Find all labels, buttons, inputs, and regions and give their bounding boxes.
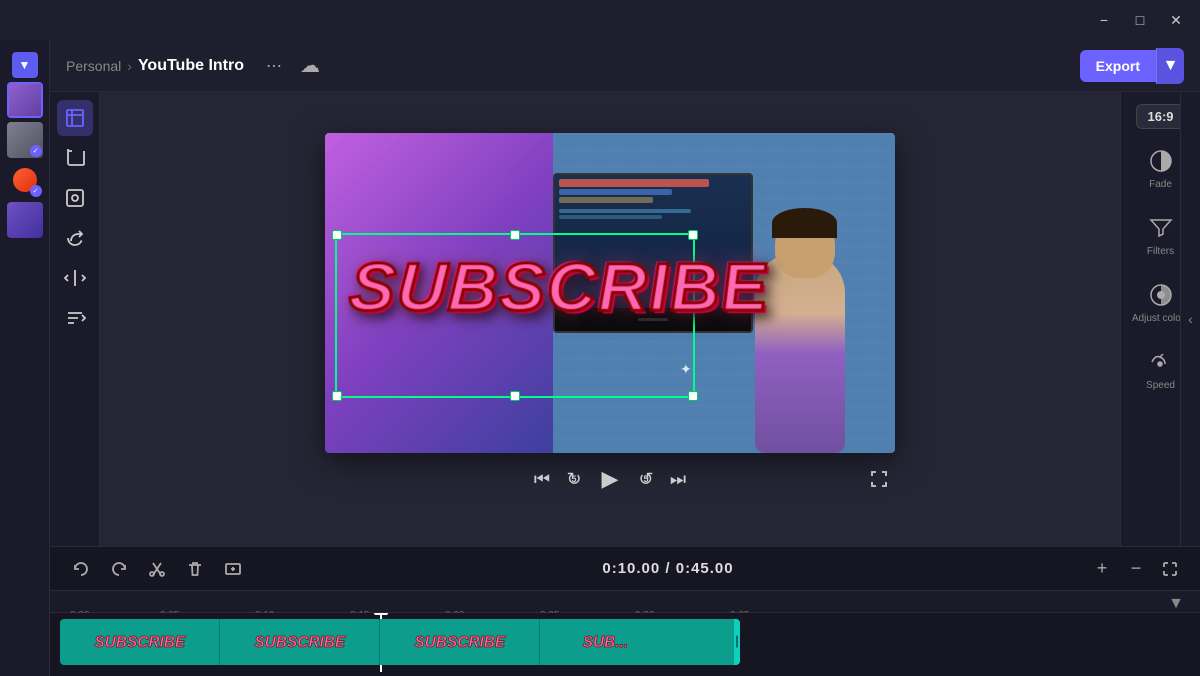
breadcrumb-separator: › [127,58,132,74]
content-area: Personal › YouTube Intro ⋯ ☁ Export ▼ [50,40,1200,676]
timeline-toolbar: 0:10.00 / 0:45.00 + − [50,547,1200,591]
zoom-in-button[interactable]: + [1088,555,1116,583]
subscribe-element[interactable]: SUBSCRIBE [350,253,769,321]
segment-thumb-1: SUBSCRIBE [80,623,200,661]
breadcrumb-parent[interactable]: Personal [66,58,121,74]
play-button[interactable]: ▶ [590,459,630,499]
monitor-bar-2 [559,189,672,195]
segment-text-3: SUBSCRIBE [414,633,505,651]
timeline-body: 0:00 0:05 0:10 0:15 0:20 0:25 0:30 0:35 … [50,591,1200,676]
center-handle[interactable]: ✦ [680,361,692,378]
segment-text-2: SUBSCRIBE [254,633,345,651]
monitor-bar-1 [559,179,709,187]
fade-icon [1147,147,1175,175]
timeline-ruler: 0:00 0:05 0:10 0:15 0:20 0:25 0:30 0:35 [50,591,1200,613]
speed-icon [1146,348,1174,376]
timeline-track[interactable]: SUBSCRIBE SUBSCRIBE SUBSCRIBE [50,613,1200,676]
fullscreen-button[interactable] [863,463,895,495]
track-segment-4[interactable]: SUB... ┃ [540,619,670,665]
video-canvas[interactable]: SUBSCRIBE ✦ [325,133,895,453]
segment-text-4: SUB... [582,633,627,651]
canvas-wrapper: SUBSCRIBE ✦ ⏮ ↻ 5 ▶ ↺ [100,92,1120,546]
minimize-button[interactable]: − [1090,6,1118,34]
playback-bar: ⏮ ↻ 5 ▶ ↺ 5 ⏭ [325,453,895,505]
track-segment-1[interactable]: SUBSCRIBE [60,619,220,665]
fit-timeline-button[interactable] [1156,555,1184,583]
tool-crop-button[interactable] [57,140,93,176]
tool-align-button[interactable] [57,300,93,336]
speed-tool[interactable]: Speed [1138,342,1183,397]
subscribe-text: SUBSCRIBE [347,254,772,322]
track-segment-2[interactable]: SUBSCRIBE [220,619,380,665]
title-bar: − □ ✕ [0,0,1200,40]
zoom-out-button[interactable]: − [1122,555,1150,583]
fade-label: Fade [1149,179,1172,190]
filters-icon [1147,214,1175,242]
close-button[interactable]: ✕ [1162,6,1190,34]
export-button-group: Export ▼ [1080,48,1184,84]
timeline-area: 0:10.00 / 0:45.00 + − [50,546,1200,676]
forward-button[interactable]: ↺ 5 [630,463,662,495]
video-track: SUBSCRIBE SUBSCRIBE SUBSCRIBE [60,619,740,665]
skip-start-button[interactable]: ⏮ [526,463,558,495]
delete-button[interactable] [180,554,210,584]
more-options-button[interactable]: ⋯ [260,52,288,80]
playhead-handle[interactable] [374,613,388,615]
undo-button[interactable] [66,554,96,584]
segment-thumb-4: SUB... [545,623,665,661]
time-display: 0:10.00 / 0:45.00 [256,560,1080,577]
sidebar-thumb-4[interactable] [7,202,43,238]
rewind-button[interactable]: ↻ 5 [558,463,590,495]
top-bar-icons: ⋯ ☁ [260,52,324,80]
skip-end-button[interactable]: ⏭ [662,463,694,495]
cut-button[interactable] [142,554,172,584]
breadcrumb: Personal › YouTube Intro [66,57,244,75]
segment-thumb-2: SUBSCRIBE [240,623,360,661]
maximize-button[interactable]: □ [1126,6,1154,34]
sidebar-expand-button[interactable]: ▼ [12,52,38,78]
filters-tool[interactable]: Filters [1139,208,1183,263]
add-clip-button[interactable] [218,554,248,584]
tool-flip-button[interactable] [57,260,93,296]
segment-text-1: SUBSCRIBE [94,633,185,651]
export-dropdown-button[interactable]: ▼ [1156,48,1184,84]
sidebar-thumb-1[interactable] [7,82,43,118]
redo-button[interactable] [104,554,134,584]
filters-label: Filters [1147,246,1174,257]
segment-thumb-3: SUBSCRIBE [400,623,520,661]
adjust-colors-icon [1147,281,1175,309]
tool-preview-button[interactable] [57,180,93,216]
check-badge-2: ✓ [30,145,42,157]
tool-resize-button[interactable] [57,100,93,136]
cloud-sync-button[interactable]: ☁ [296,52,324,80]
tools-panel [50,92,100,546]
tool-rotate-button[interactable] [57,220,93,256]
timeline-toggle-button[interactable]: ▼ [1162,593,1190,615]
playback-controls: ⏮ ↻ 5 ▶ ↺ 5 ⏭ [325,453,895,505]
track-end-handle[interactable]: ┃ [734,619,740,665]
export-label: Export [1096,58,1140,74]
collapse-sidebar-button[interactable]: ‹ [1180,92,1200,546]
sidebar-thumb-2[interactable]: ✓ [7,122,43,158]
fade-tool[interactable]: Fade [1139,141,1183,196]
check-badge-3: ✓ [30,185,42,197]
speed-label: Speed [1146,380,1175,391]
top-bar: Personal › YouTube Intro ⋯ ☁ Export ▼ [50,40,1200,92]
track-segment-3[interactable]: SUBSCRIBE [380,619,540,665]
export-button[interactable]: Export [1080,50,1156,82]
sidebar-thumb-3[interactable]: ✓ [7,162,43,198]
aspect-ratio-badge[interactable]: 16:9 [1136,104,1184,129]
left-sidebar: ▼ ✓ ✓ [0,40,50,676]
breadcrumb-current: YouTube Intro [138,57,244,75]
main-container: ▼ ✓ ✓ Personal › YouTube Intro [0,40,1200,676]
editor-area: SUBSCRIBE ✦ ⏮ ↻ 5 ▶ ↺ [50,92,1200,546]
timeline-zoom-controls: + − [1088,555,1184,583]
